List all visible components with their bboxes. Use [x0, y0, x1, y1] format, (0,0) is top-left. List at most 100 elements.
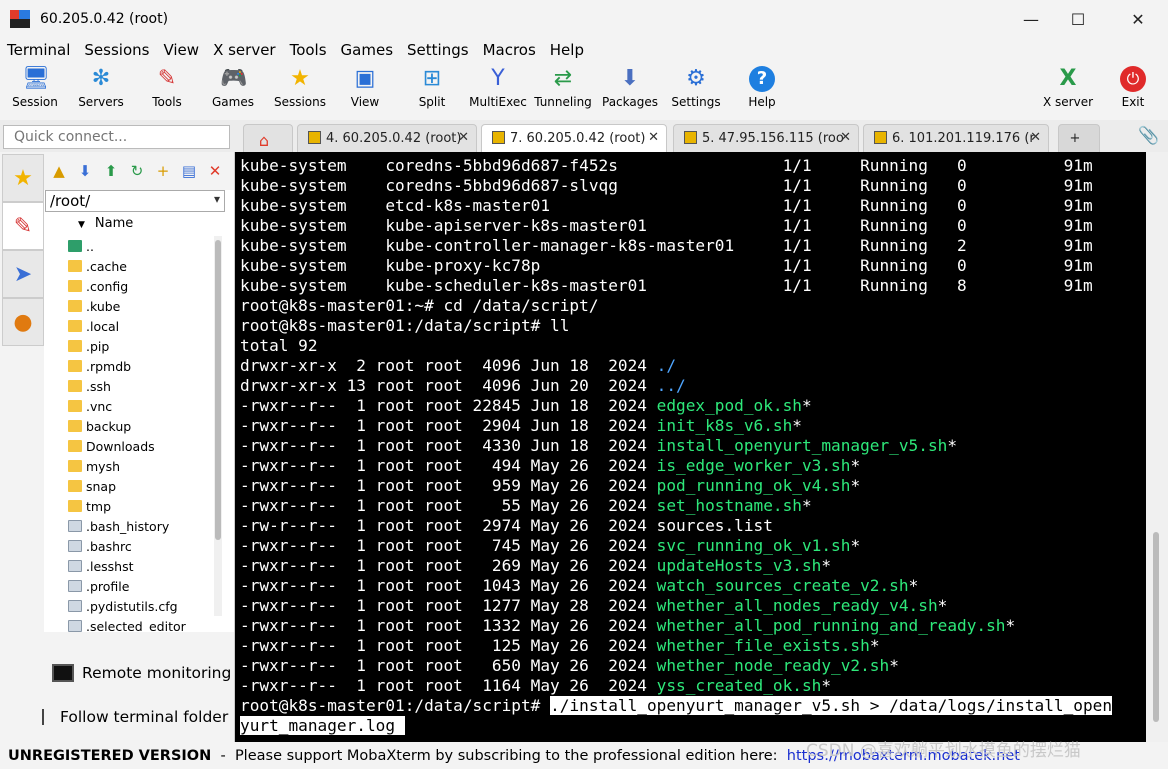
remote-monitoring-button[interactable]: Remote monitoring [52, 664, 231, 682]
quick-connect-input[interactable] [3, 125, 230, 149]
menu-view[interactable]: View [156, 41, 206, 59]
terminal-text: * [792, 416, 802, 435]
toolbar-tools-button[interactable]: ✎ Tools [140, 62, 194, 116]
terminal-text: drwxr-xr-x 2 root root 4096 Jun 18 2024 [240, 356, 657, 375]
file-icon [68, 600, 82, 612]
file-list-item[interactable]: .ssh [44, 376, 214, 396]
terminal-text: kube-system coredns-5bbd96d687-slvqg 1/1… [240, 176, 1093, 195]
file-list-item[interactable]: .profile [44, 576, 214, 596]
checkbox-icon [42, 709, 50, 725]
sftp-sidetab-globe-icon[interactable]: ● [2, 298, 44, 346]
terminal-text: * [821, 556, 832, 575]
maximize-button[interactable]: ☐ [1050, 0, 1106, 38]
file-icon [68, 520, 82, 532]
toolbar-view-button[interactable]: ▣ View [338, 62, 392, 116]
toolbar-session-button[interactable]: 🖥 Session [8, 62, 62, 116]
close-button[interactable]: ✕ [1110, 0, 1166, 38]
file-list-item[interactable]: .kube [44, 296, 214, 316]
file-list-item[interactable]: .vnc [44, 396, 214, 416]
tab-session-5[interactable]: 5. 47.95.156.115 (roo ✕ [673, 124, 859, 152]
file-list-item[interactable]: .config [44, 276, 214, 296]
delete-icon[interactable]: ✕ [206, 162, 224, 180]
menu-x-server[interactable]: X server [206, 41, 283, 59]
tab-session-6[interactable]: 6. 101.201.119.176 (r ✕ [863, 124, 1049, 152]
terminal-text: ./install_openyurt_manager_v5.sh > /data… [550, 696, 1113, 715]
new-folder-icon[interactable]: + [154, 162, 172, 180]
tools-sidetab-icon[interactable]: ✎ [2, 202, 44, 250]
terminal-line: kube-system etcd-k8s-master01 1/1 Runnin… [240, 196, 1112, 216]
toolbar-sessions-button[interactable]: ★ Sessions [272, 62, 328, 116]
file-name: .ssh [86, 378, 111, 394]
file-list-item[interactable]: .rpmdb [44, 356, 214, 376]
file-name: .bashrc [86, 538, 132, 554]
file-list-item[interactable]: .pydistutils.cfg [44, 596, 214, 616]
toolbar-split-button[interactable]: ⊞ Split [405, 62, 459, 116]
file-list-item[interactable]: tmp [44, 496, 214, 516]
file-list-item[interactable]: .. [44, 236, 214, 256]
folder-icon [68, 420, 82, 432]
view-icon: ▣ [354, 66, 376, 91]
path-select[interactable]: /root/▾ [45, 190, 225, 212]
close-tab-icon[interactable]: ✕ [840, 130, 851, 145]
terminal-text: * [889, 656, 899, 675]
terminal-text: -rwxr--r-- 1 root root 1332 May 26 2024 [240, 616, 657, 635]
file-list-item[interactable]: Downloads [44, 436, 214, 456]
new-tab-button[interactable]: + [1058, 124, 1100, 152]
folder-icon [68, 400, 82, 412]
terminal-line: kube-system kube-proxy-kc78p 1/1 Running… [240, 256, 1112, 276]
toolbar-tunneling-button[interactable]: ⇄ Tunneling [532, 62, 594, 116]
toolbar-settings-button[interactable]: ⚙ Settings [668, 62, 724, 116]
close-tab-icon[interactable]: ✕ [1030, 130, 1041, 145]
close-tab-icon[interactable]: ✕ [648, 130, 659, 145]
file-list-item[interactable]: .cache [44, 256, 214, 276]
menu-macros[interactable]: Macros [476, 41, 543, 59]
home-tab[interactable]: ⌂ [243, 124, 293, 152]
toolbar-exit-button[interactable]: ⏻ Exit [1110, 62, 1156, 116]
terminal-text: * [869, 636, 880, 655]
macros-sidetab-send-icon[interactable]: ➤ [2, 250, 44, 298]
name-column-header[interactable]: ▼ Name [44, 216, 214, 236]
terminal-text: -rwxr--r-- 1 root root 1164 May 26 2024 [240, 676, 657, 695]
toolbar-multiexec-button[interactable]: Y MultiExec [468, 62, 528, 116]
file-list-item[interactable]: snap [44, 476, 214, 496]
menu-terminal[interactable]: Terminal [0, 41, 77, 59]
menu-sessions[interactable]: Sessions [77, 41, 156, 59]
close-tab-icon[interactable]: ✕ [458, 130, 469, 145]
new-file-icon[interactable]: ▤ [180, 162, 198, 180]
folder-up-icon[interactable]: ▲ [50, 162, 68, 180]
file-list-scrollbar[interactable] [214, 236, 222, 616]
terminal-scrollbar[interactable] [1146, 152, 1168, 742]
toolbar-xserver-button[interactable]: XX server [1038, 62, 1098, 116]
menu-tools[interactable]: Tools [283, 41, 334, 59]
file-list-item[interactable]: .bashrc [44, 536, 214, 556]
tab-session-7[interactable]: 7. 60.205.0.42 (root) ✕ [481, 124, 667, 153]
file-icon [68, 560, 82, 572]
tab-session-4[interactable]: 4. 60.205.0.42 (root) ✕ [297, 124, 477, 152]
title-bar: 60.205.0.42 (root) — ☐ ✕ [0, 0, 1168, 38]
file-list-item[interactable]: .bash_history [44, 516, 214, 536]
packages-icon: ⬇ [620, 66, 640, 91]
toolbar-packages-button[interactable]: ⬇ Packages [600, 62, 660, 116]
sessions-sidetab-star-icon[interactable]: ★ [2, 154, 44, 202]
menu-help[interactable]: Help [543, 41, 591, 59]
file-list-item[interactable]: backup [44, 416, 214, 436]
file-list-item[interactable]: .selected_editor [44, 616, 214, 632]
menu-settings[interactable]: Settings [400, 41, 476, 59]
terminal-view[interactable]: kube-system coredns-5bbd96d687-f452s 1/1… [235, 152, 1146, 742]
attach-icon[interactable]: 📎 [1138, 126, 1159, 146]
menu-games[interactable]: Games [334, 41, 400, 59]
upload-icon[interactable]: ⬆ [102, 162, 120, 180]
file-list-item[interactable]: .local [44, 316, 214, 336]
file-list-item[interactable]: .pip [44, 336, 214, 356]
follow-terminal-folder-checkbox[interactable]: Follow terminal folder [42, 708, 228, 726]
app-logo-icon [10, 10, 30, 28]
toolbar-help-button[interactable]: ? Help [735, 62, 789, 116]
file-list-item[interactable]: mysh [44, 456, 214, 476]
toolbar-servers-button[interactable]: ✻ Servers [74, 62, 128, 116]
plus-icon: + [1069, 131, 1081, 146]
download-icon[interactable]: ⬇ [76, 162, 94, 180]
file-name: .pip [86, 338, 110, 354]
file-list-item[interactable]: .lesshst [44, 556, 214, 576]
toolbar-games-button[interactable]: 🎮 Games [206, 62, 260, 116]
refresh-icon[interactable]: ↻ [128, 162, 146, 180]
